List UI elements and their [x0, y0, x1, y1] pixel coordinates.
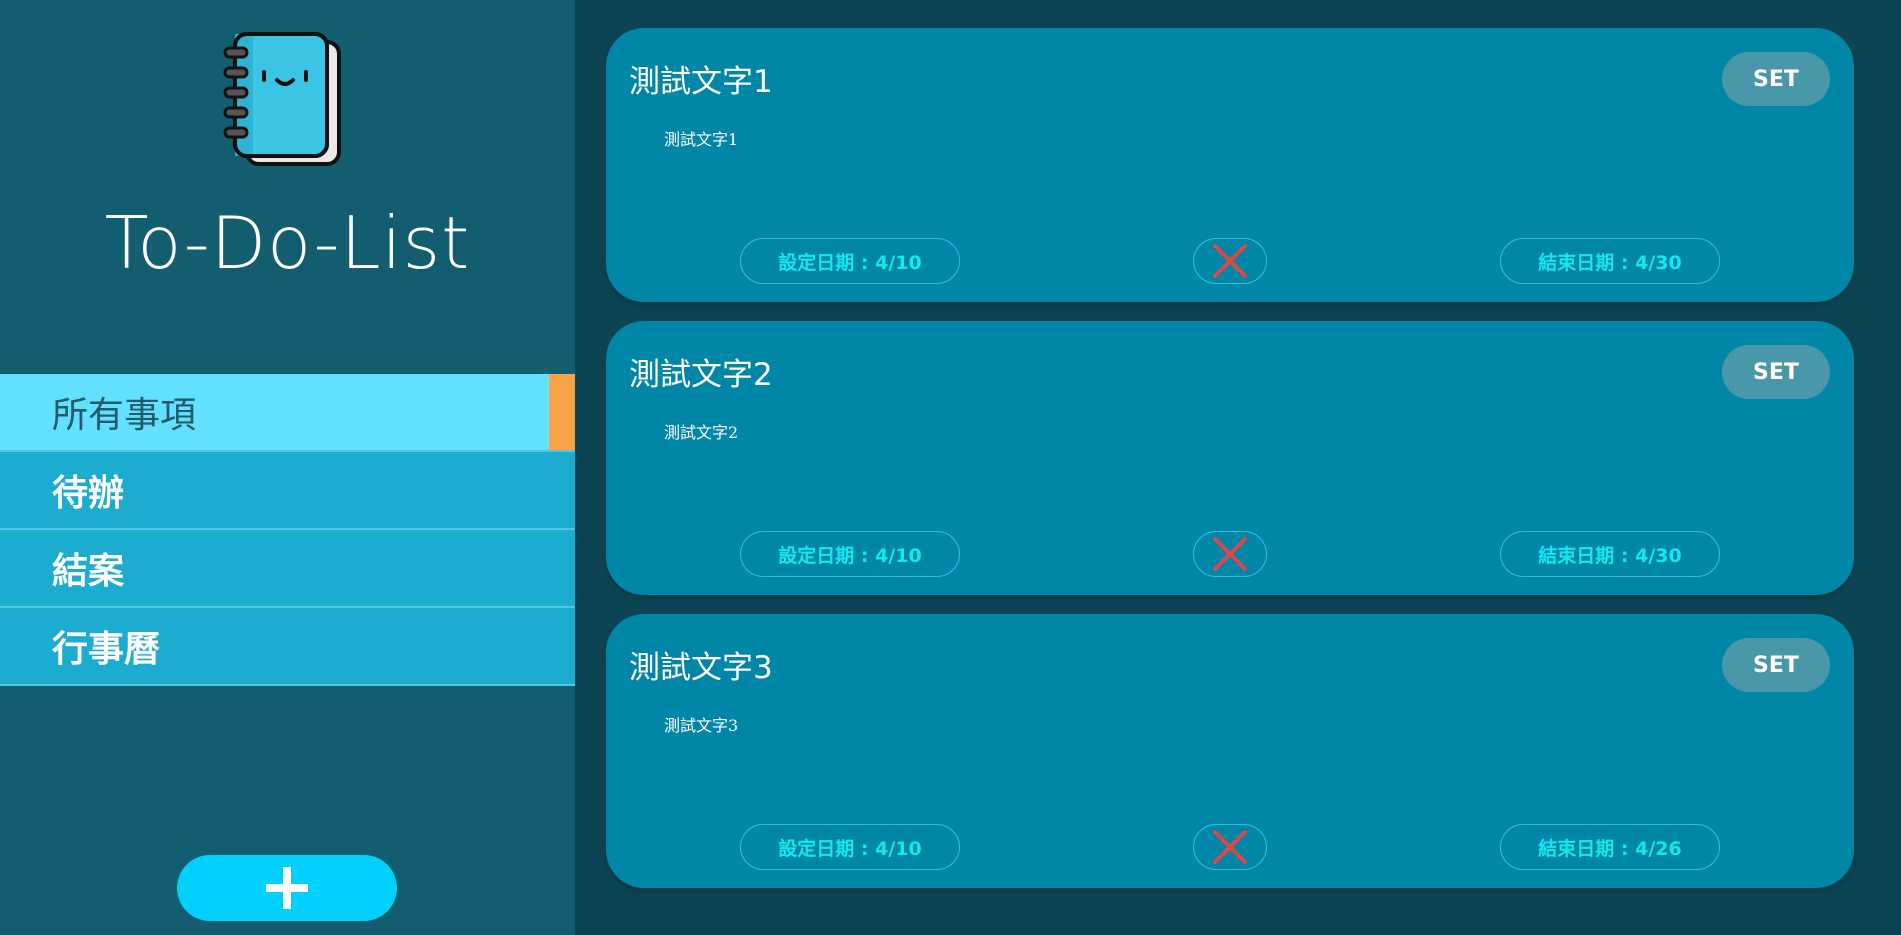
delete-task-button[interactable] — [1193, 824, 1267, 870]
sidebar-item-calendar[interactable]: 行事曆 — [0, 608, 575, 686]
sidebar-item-label: 行事曆 — [52, 629, 161, 670]
sidebar-item-closed[interactable]: 結案 — [0, 530, 575, 608]
task-title: 測試文字2 — [629, 357, 773, 393]
task-title: 測試文字3 — [629, 650, 773, 686]
task-list: 測試文字1 測試文字1 SET 設定日期 : 4/10 結束日期 : 4/30 … — [606, 28, 1854, 907]
notebook-icon — [219, 30, 349, 170]
task-card: 測試文字2 測試文字2 SET 設定日期 : 4/10 結束日期 : 4/30 — [606, 321, 1854, 595]
close-icon — [1213, 537, 1247, 571]
delete-task-button[interactable] — [1193, 238, 1267, 284]
end-date-badge: 結束日期 : 4/30 — [1500, 531, 1720, 577]
task-card: 測試文字1 測試文字1 SET 設定日期 : 4/10 結束日期 : 4/30 — [606, 28, 1854, 302]
sidebar-item-label: 結案 — [52, 551, 125, 592]
delete-task-button[interactable] — [1193, 531, 1267, 577]
set-button[interactable]: SET — [1722, 52, 1830, 106]
end-date-badge: 結束日期 : 4/30 — [1500, 238, 1720, 284]
task-description: 測試文字1 — [664, 130, 739, 149]
add-task-button[interactable] — [177, 855, 397, 921]
start-date-badge: 設定日期 : 4/10 — [740, 824, 960, 870]
close-icon — [1213, 830, 1247, 864]
set-button[interactable]: SET — [1722, 638, 1830, 692]
sidebar-item-label: 待辦 — [52, 473, 125, 514]
plus-icon — [266, 867, 308, 909]
close-icon — [1213, 244, 1247, 278]
task-description: 測試文字2 — [664, 423, 739, 442]
sidebar-item-label: 所有事項 — [52, 395, 197, 436]
start-date-badge: 設定日期 : 4/10 — [740, 238, 960, 284]
sidebar-item-all[interactable]: 所有事項 — [0, 374, 575, 452]
active-indicator — [549, 374, 575, 450]
sidebar: To-Do-List 所有事項 待辦 結案 行事曆 — [0, 0, 575, 935]
sidebar-nav: 所有事項 待辦 結案 行事曆 — [0, 374, 575, 686]
app-title: To-Do-List — [104, 201, 471, 285]
task-description: 測試文字3 — [664, 716, 739, 735]
sidebar-item-todo[interactable]: 待辦 — [0, 452, 575, 530]
end-date-badge: 結束日期 : 4/26 — [1500, 824, 1720, 870]
task-title: 測試文字1 — [629, 64, 773, 100]
start-date-badge: 設定日期 : 4/10 — [740, 531, 960, 577]
task-card: 測試文字3 測試文字3 SET 設定日期 : 4/10 結束日期 : 4/26 — [606, 614, 1854, 888]
set-button[interactable]: SET — [1722, 345, 1830, 399]
